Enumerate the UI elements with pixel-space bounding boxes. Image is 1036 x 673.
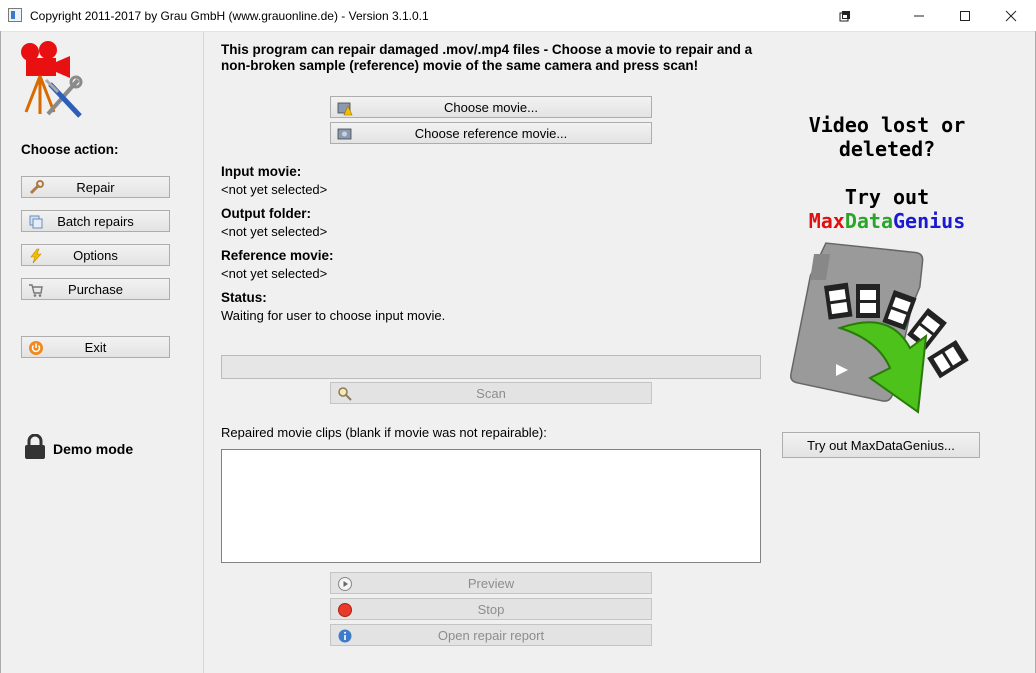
ad-brand: MaxDataGenius — [780, 209, 994, 233]
purchase-label: Purchase — [68, 281, 123, 297]
stop-icon — [338, 603, 352, 617]
brand-data: Data — [844, 209, 894, 233]
wrench-icon — [29, 180, 44, 195]
reference-movie-value: <not yet selected> — [221, 266, 328, 281]
batch-icon — [29, 215, 43, 229]
batch-repairs-label: Batch repairs — [57, 213, 134, 229]
stop-label: Stop — [477, 601, 505, 617]
repaired-clips-label: Repaired movie clips (blank if movie was… — [221, 425, 547, 440]
stop-button[interactable]: Stop — [330, 598, 652, 620]
minimize-icon[interactable] — [896, 0, 942, 31]
output-folder-label: Output folder: — [221, 206, 311, 221]
output-folder-value: <not yet selected> — [221, 224, 328, 239]
try-maxdatagenius-label: Try out MaxDataGenius... — [807, 437, 955, 453]
ad-headline: Video lost or deleted? — [780, 113, 994, 161]
open-report-button[interactable]: Open repair report — [330, 624, 652, 646]
power-icon — [29, 341, 43, 355]
preview-button[interactable]: Preview — [330, 572, 652, 594]
movie-warning-icon — [337, 102, 353, 116]
choose-reference-label: Choose reference movie... — [414, 125, 568, 141]
intro-text: This program can repair damaged .mov/.mp… — [221, 42, 753, 73]
input-movie-label: Input movie: — [221, 164, 302, 179]
cart-icon — [29, 284, 43, 297]
brand-max: Max — [808, 209, 845, 233]
ad-headline-line2: deleted? — [838, 137, 936, 161]
maximize-icon[interactable] — [942, 0, 988, 31]
resize-icon[interactable] — [822, 0, 868, 31]
exit-label: Exit — [84, 339, 107, 355]
ad-headline-line1: Video lost or — [808, 113, 966, 137]
reference-movie-label: Reference movie: — [221, 248, 334, 263]
scan-button[interactable]: Scan — [330, 382, 652, 404]
window-title: Copyright 2011-2017 by Grau GmbH (www.gr… — [30, 9, 429, 23]
batch-repairs-button[interactable]: Batch repairs — [21, 210, 170, 232]
camera-repair-logo — [21, 41, 83, 118]
repair-label: Repair — [76, 179, 115, 195]
repair-button[interactable]: Repair — [21, 176, 170, 198]
options-button[interactable]: Options — [21, 244, 170, 266]
repaired-clips-list[interactable] — [221, 449, 761, 563]
lightning-icon — [30, 248, 42, 264]
status-value: Waiting for user to choose input movie. — [221, 308, 446, 323]
purchase-button[interactable]: Purchase — [21, 278, 170, 300]
try-maxdatagenius-button[interactable]: Try out MaxDataGenius... — [782, 432, 980, 458]
play-icon — [338, 577, 352, 591]
title-bar: Copyright 2011-2017 by Grau GmbH (www.gr… — [0, 0, 1036, 32]
brand-genius: Genius — [893, 209, 966, 233]
info-icon — [338, 629, 352, 643]
status-label: Status: — [221, 290, 267, 305]
preview-label: Preview — [467, 575, 515, 591]
demo-mode-label: Demo mode — [53, 441, 134, 457]
choose-reference-button[interactable]: Choose reference movie... — [330, 122, 652, 144]
progress-bar — [221, 355, 761, 379]
movie-icon — [337, 128, 352, 140]
exit-button[interactable]: Exit — [21, 336, 170, 358]
choose-action-heading: Choose action: — [21, 142, 119, 157]
app-icon — [8, 8, 22, 22]
input-movie-value: <not yet selected> — [221, 182, 328, 197]
open-report-label: Open repair report — [437, 627, 545, 643]
choose-movie-button[interactable]: Choose movie... — [330, 96, 652, 118]
options-label: Options — [73, 247, 118, 263]
lock-icon — [25, 434, 45, 459]
magnifier-icon — [338, 387, 352, 401]
ad-try-out: Try out — [844, 185, 930, 209]
scan-label: Scan — [476, 385, 506, 401]
close-icon[interactable] — [988, 0, 1034, 31]
sd-card-recovery-illustration — [790, 242, 969, 414]
choose-movie-label: Choose movie... — [444, 99, 538, 115]
